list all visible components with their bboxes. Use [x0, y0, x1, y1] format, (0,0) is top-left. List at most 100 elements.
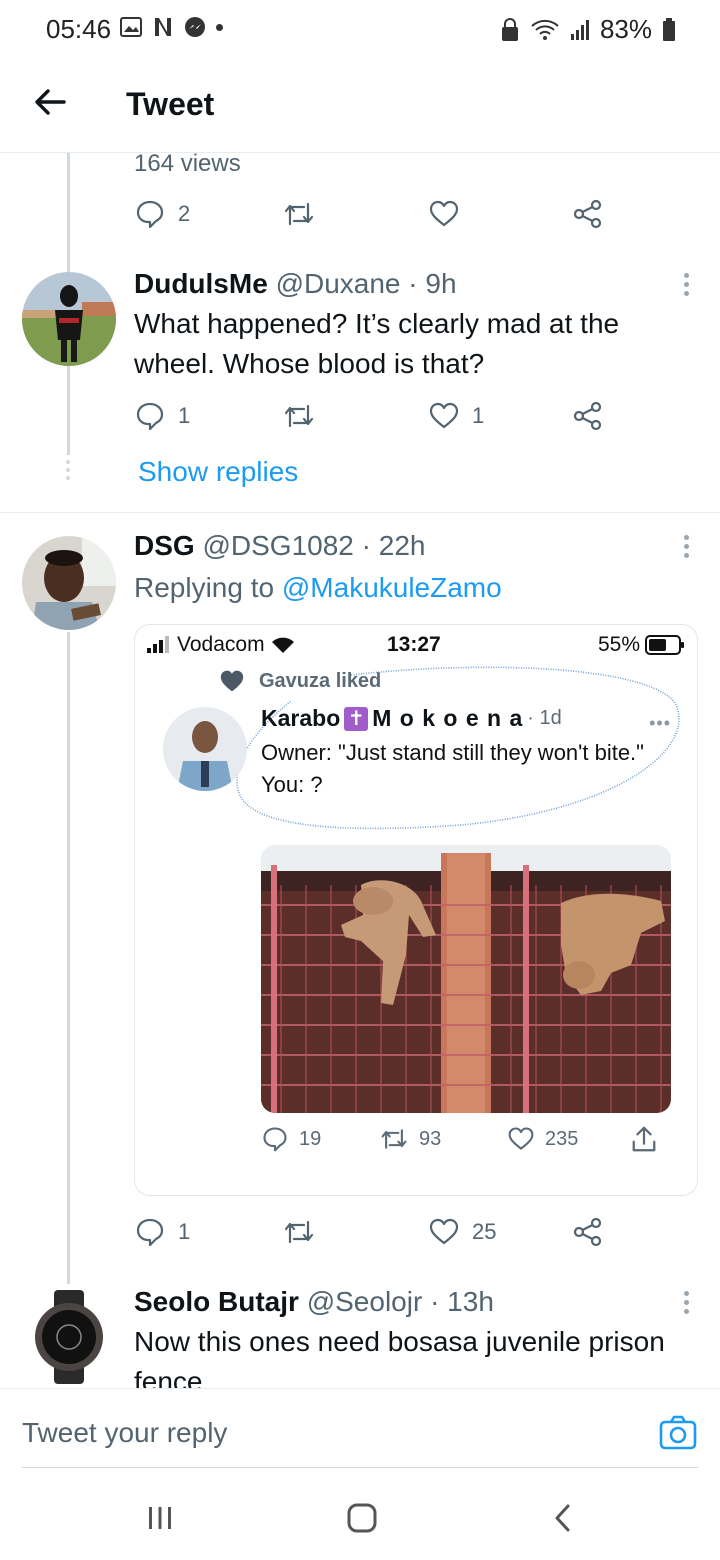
embedded-retweet-count: 93 [419, 1127, 442, 1150]
avatar [163, 707, 247, 791]
tweet-author[interactable]: DSG @DSG1082 · 22h [134, 530, 425, 562]
like-count: 25 [472, 1219, 497, 1244]
tweet-actions: 1 1 [134, 400, 614, 440]
embedded-tweet-actions: 19 93 235 [261, 1125, 671, 1161]
view-count: 164 views [134, 150, 241, 177]
reply-count: 1 [178, 1219, 191, 1244]
retweet-icon [284, 202, 314, 226]
reply-composer: Tweet your reply [0, 1388, 720, 1468]
tweet-author[interactable]: DudulsMe @Duxane · 9h [134, 268, 457, 300]
reply-icon [136, 1218, 164, 1247]
thread-line [67, 632, 70, 1284]
embedded-tweet-text: Owner: "Just stand still they won't bite… [261, 737, 661, 801]
mention-link[interactable]: @MakukuleZamo [282, 572, 502, 603]
author-handle: @DSG1082 · 22h [202, 530, 426, 561]
like-count: 1 [472, 403, 485, 428]
tweet-actions: 2 [134, 198, 614, 238]
author-time: · 1d [527, 707, 562, 729]
share-icon [573, 1217, 602, 1247]
share-button[interactable] [572, 400, 604, 432]
status-bar: 05:46 83% [0, 0, 720, 58]
embedded-author: Karabo ✝ M o k o e n a · 1d [261, 705, 562, 732]
back-arrow-icon[interactable] [28, 80, 72, 124]
share-button[interactable] [572, 1216, 604, 1248]
retweet-icon [284, 404, 314, 428]
heart-icon [429, 402, 459, 429]
dogs-climbing-fence-photo [261, 845, 671, 1113]
like-button[interactable] [428, 198, 460, 230]
heart-icon [508, 1127, 534, 1150]
tweet-text: What happened? It’s clearly mad at the w… [134, 308, 620, 379]
embedded-line-2: You: ? [261, 772, 323, 797]
reply-icon [136, 402, 164, 431]
embedded-share [631, 1125, 657, 1153]
divider [0, 512, 720, 513]
more-options-button[interactable] [682, 270, 690, 300]
page-title: Tweet [126, 86, 215, 122]
reply-button[interactable]: 2 [134, 198, 190, 230]
signal-icon [570, 19, 589, 40]
battery-icon [645, 635, 684, 655]
replying-to: Replying to @MakukuleZamo [134, 572, 502, 604]
like-button[interactable]: 1 [428, 400, 484, 432]
reply-input[interactable]: Tweet your reply [22, 1417, 227, 1449]
heart-icon [429, 200, 459, 227]
reply-count: 1 [178, 403, 191, 428]
carrier-name: Vodacom [177, 633, 265, 656]
avatar[interactable] [22, 1290, 116, 1384]
wifi-icon [531, 19, 559, 40]
wifi-icon [271, 637, 294, 653]
top-app-bar: Tweet [0, 58, 720, 153]
embedded-reply-count: 19 [299, 1127, 322, 1150]
author-last-name: M o k o e n a [372, 705, 524, 731]
embedded-reply: 19 [261, 1125, 321, 1153]
camera-icon[interactable] [658, 1413, 698, 1453]
reply-icon [136, 200, 164, 229]
heart-icon [429, 1218, 459, 1245]
reply-icon [263, 1127, 287, 1152]
retweet-button[interactable] [282, 1216, 316, 1248]
reply-count: 2 [178, 201, 191, 226]
more-options-icon: ••• [649, 713, 671, 733]
cross-emoji-icon: ✝ [344, 706, 369, 731]
replying-to-label: Replying to [134, 572, 275, 603]
status-time: 05:46 [46, 14, 112, 44]
back-icon[interactable] [544, 1498, 584, 1538]
author-handle: @Duxane · 9h [275, 268, 457, 299]
more-options-button[interactable] [682, 532, 690, 562]
signal-icon [147, 636, 169, 653]
more-notifications-dot [216, 23, 223, 31]
embedded-like-count: 235 [545, 1127, 579, 1150]
system-icons: 83% [500, 14, 676, 45]
embedded-battery: 55% [598, 633, 685, 657]
tweet-actions: 1 25 [134, 1216, 614, 1256]
more-options-button[interactable] [682, 1288, 690, 1318]
avatar[interactable] [22, 272, 116, 366]
embedded-like: 235 [507, 1125, 578, 1153]
author-name: DSG [134, 530, 195, 561]
reply-button[interactable]: 1 [134, 400, 190, 432]
author-name: Seolo Butajr [134, 1286, 299, 1317]
avatar[interactable] [22, 536, 116, 630]
embedded-line-1: Owner: "Just stand still they won't bite… [261, 740, 644, 765]
embedded-time: 13:27 [387, 633, 441, 656]
share-icon [573, 199, 602, 229]
recent-apps-icon[interactable] [140, 1498, 180, 1538]
retweet-button[interactable] [282, 400, 316, 432]
author-first-name: Karabo [261, 705, 341, 731]
upload-icon [632, 1126, 656, 1152]
attached-image[interactable]: Vodacom 13:27 55% Gavuza liked Karabo ✝ … [134, 624, 698, 1196]
share-button[interactable] [572, 198, 604, 230]
battery-percent: 83% [599, 14, 652, 44]
tweet-author[interactable]: Seolo Butajr @Seolojr · 13h [134, 1286, 494, 1318]
lock-icon [501, 17, 518, 41]
show-replies-link[interactable]: Show replies [138, 456, 298, 488]
gallery-icon [120, 17, 142, 37]
retweet-button[interactable] [282, 198, 316, 230]
messenger-icon [185, 17, 205, 37]
battery-icon [663, 17, 675, 41]
reply-button[interactable]: 1 [134, 1216, 190, 1248]
home-icon[interactable] [342, 1498, 382, 1538]
like-button[interactable]: 25 [428, 1216, 496, 1248]
retweet-icon [284, 1220, 314, 1244]
